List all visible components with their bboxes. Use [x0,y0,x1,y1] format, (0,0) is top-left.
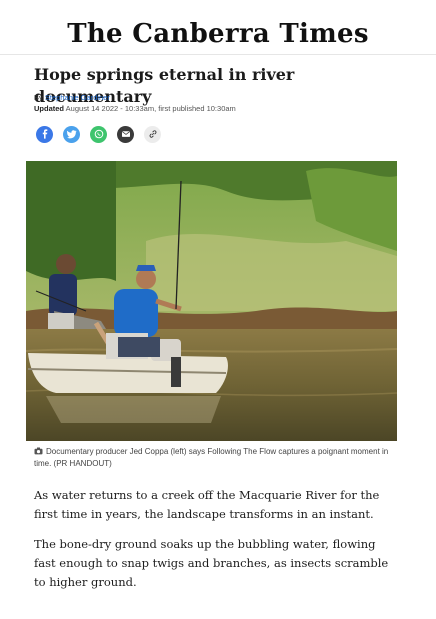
article-paragraph: As water returns to a creek off the Macq… [34,488,380,521]
site-logo[interactable]: The Canberra Times [67,21,369,47]
share-bar [36,126,161,143]
updated-text: August 14 2022 - 10:33am, first publishe… [65,104,236,113]
email-share-button[interactable] [117,126,134,143]
masthead: The Canberra Times [0,14,436,55]
byline: By Stephanie Gardiner [34,93,110,102]
twitter-icon [66,129,77,141]
copy-link-button[interactable] [144,126,161,143]
camera-icon [34,447,43,458]
whatsapp-share-button[interactable] [90,126,107,143]
fishing-boat-photo [26,161,397,441]
byline-prefix: By [34,93,43,102]
author-link[interactable]: Stephanie Gardiner [45,93,110,102]
facebook-icon [40,128,50,141]
twitter-share-button[interactable] [63,126,80,143]
updated-timestamp: Updated August 14 2022 - 10:33am, first … [34,104,236,113]
facebook-share-button[interactable] [36,126,53,143]
photo-caption: Documentary producer Jed Coppa (left) sa… [34,446,396,469]
article-paragraph: The bone-dry ground soaks up the bubblin… [34,537,389,589]
whatsapp-icon [94,129,104,141]
caption-text: Documentary producer Jed Coppa (left) sa… [34,447,389,468]
updated-label: Updated [34,104,64,113]
link-icon [148,129,158,141]
email-icon [121,129,131,141]
article-photo[interactable] [26,161,397,441]
